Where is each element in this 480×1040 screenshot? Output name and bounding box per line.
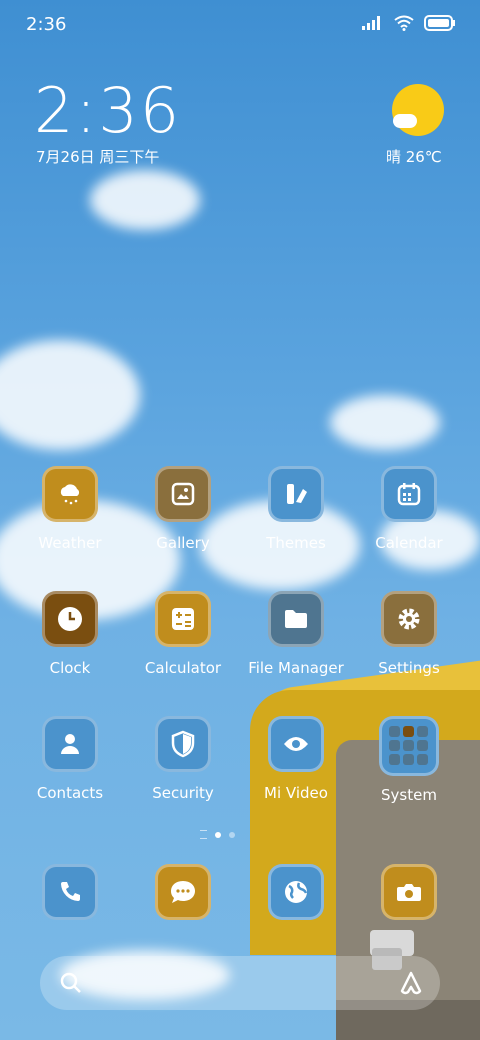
chat-icon bbox=[155, 864, 211, 920]
page-dot bbox=[229, 831, 235, 838]
dock-camera[interactable] bbox=[359, 864, 459, 920]
calendar-icon bbox=[381, 466, 437, 522]
app-label: Clock bbox=[49, 659, 91, 677]
eye-icon bbox=[268, 716, 324, 772]
feed-page-indicator bbox=[200, 830, 207, 839]
clock-widget-time[interactable]: 2:36 bbox=[34, 74, 181, 147]
calculator-icon bbox=[155, 591, 211, 647]
person-icon bbox=[42, 716, 98, 772]
app-contacts[interactable]: Contacts bbox=[20, 716, 120, 802]
app-security[interactable]: Security bbox=[133, 716, 233, 802]
dock-browser[interactable] bbox=[246, 864, 346, 920]
app-label: Settings bbox=[378, 659, 440, 677]
phone-icon bbox=[42, 864, 98, 920]
status-icons bbox=[362, 15, 456, 31]
app-label: Calendar bbox=[375, 534, 443, 552]
status-time: 2:36 bbox=[26, 14, 67, 35]
page-dot-active bbox=[215, 831, 221, 838]
cloud-icon bbox=[393, 114, 417, 128]
app-clock[interactable]: Clock bbox=[20, 591, 120, 677]
image-icon bbox=[155, 466, 211, 522]
signal-icon bbox=[362, 16, 380, 30]
themes-icon bbox=[268, 466, 324, 522]
weather-widget-text: 晴 26℃ bbox=[386, 148, 442, 166]
app-mi-video[interactable]: Mi Video bbox=[246, 716, 346, 802]
search-icon bbox=[60, 972, 81, 993]
app-label: Gallery bbox=[156, 534, 210, 552]
clock-icon bbox=[42, 591, 98, 647]
folder-system[interactable]: System bbox=[359, 716, 459, 804]
search-bar[interactable] bbox=[40, 956, 440, 1010]
app-label: Security bbox=[152, 784, 214, 802]
app-label: Mi Video bbox=[264, 784, 328, 802]
app-gallery[interactable]: Gallery bbox=[133, 466, 233, 552]
app-label: Contacts bbox=[36, 784, 104, 802]
app-settings[interactable]: Settings bbox=[359, 591, 459, 677]
page-indicator[interactable] bbox=[200, 830, 235, 839]
folder-grid-icon bbox=[379, 716, 439, 776]
globe-icon bbox=[268, 864, 324, 920]
sun-icon[interactable] bbox=[392, 84, 444, 136]
app-themes[interactable]: Themes bbox=[246, 466, 346, 552]
app-file-manager[interactable]: File Manager bbox=[246, 591, 346, 677]
app-label: Weather bbox=[38, 534, 102, 552]
camera-icon bbox=[381, 864, 437, 920]
app-label: System bbox=[381, 786, 437, 804]
app-calendar[interactable]: Calendar bbox=[359, 466, 459, 552]
clock-widget-date: 7月26日 周三下午 bbox=[36, 148, 160, 166]
app-weather[interactable]: Weather bbox=[20, 466, 120, 552]
status-bar: 2:36 bbox=[0, 0, 480, 50]
app-label: File Manager bbox=[248, 659, 344, 677]
app-calculator[interactable]: Calculator bbox=[133, 591, 233, 677]
dock-phone[interactable] bbox=[20, 864, 120, 920]
cloud-rain-icon bbox=[42, 466, 98, 522]
dock-messages[interactable] bbox=[133, 864, 233, 920]
gear-icon bbox=[381, 591, 437, 647]
shield-icon bbox=[155, 716, 211, 772]
assistant-icon[interactable] bbox=[398, 970, 424, 996]
app-label: Calculator bbox=[144, 659, 222, 677]
app-label: Themes bbox=[266, 534, 326, 552]
wifi-icon bbox=[394, 15, 414, 31]
folder-icon bbox=[268, 591, 324, 647]
battery-icon bbox=[424, 15, 455, 31]
